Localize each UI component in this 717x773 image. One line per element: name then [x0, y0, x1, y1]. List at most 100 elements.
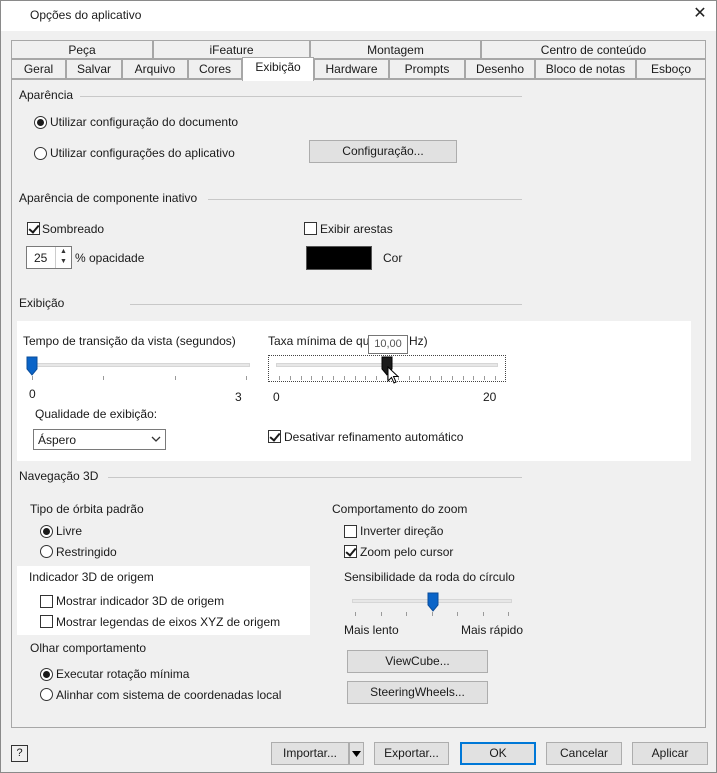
config-button[interactable]: Configuração...	[309, 140, 457, 163]
slider-tick	[462, 376, 464, 380]
transition-max: 3	[235, 390, 242, 404]
shaded-checkbox[interactable]	[27, 222, 40, 235]
slider-tick	[289, 376, 291, 380]
framerate-min: 0	[273, 390, 280, 404]
transition-slider-thumb[interactable]	[26, 356, 38, 376]
tab-2-5[interactable]: Hardware	[314, 59, 389, 79]
apply-button[interactable]: Aplicar	[632, 742, 708, 765]
slider-tick	[354, 376, 356, 380]
tab-2-1[interactable]: Salvar	[66, 59, 122, 79]
radio-use-app-label: Utilizar configurações do aplicativo	[50, 146, 235, 160]
slider-tick	[322, 376, 324, 380]
slider-tick	[355, 612, 356, 616]
group-divider	[130, 304, 522, 305]
tab-1-2[interactable]: Montagem	[310, 40, 481, 59]
look-label: Olhar comportamento	[30, 641, 147, 655]
edges-label: Exibir arestas	[320, 222, 393, 236]
wheel-fast-label: Mais rápido	[461, 623, 524, 637]
tab-2-7[interactable]: Desenho	[465, 59, 535, 79]
slider-tick	[451, 376, 453, 380]
shaded-label: Sombreado	[42, 222, 105, 236]
export-button[interactable]: Exportar...	[374, 742, 449, 765]
show-axis-checkbox[interactable]	[40, 615, 53, 628]
zoom-invert-checkbox[interactable]	[344, 525, 357, 538]
framerate-label-left: Taxa mínima de qu	[268, 334, 370, 348]
quality-value: Áspero	[38, 433, 77, 447]
slider-tick	[300, 376, 302, 380]
tab-2-2[interactable]: Arquivo	[122, 59, 188, 79]
opacity-label: % opacidade	[75, 251, 145, 265]
radio-orbit-free-label: Livre	[56, 524, 83, 538]
radio-orbit-constrained-label: Restringido	[56, 545, 117, 559]
edges-checkbox[interactable]	[304, 222, 317, 235]
disable-refine-label: Desativar refinamento automático	[284, 430, 464, 444]
close-icon[interactable]: ✕	[690, 4, 710, 24]
radio-look-min-rotation[interactable]	[40, 668, 53, 681]
zoom-invert-label: Inverter direção	[360, 524, 444, 538]
radio-orbit-constrained[interactable]	[40, 545, 53, 558]
disable-refine-checkbox[interactable]	[268, 430, 281, 443]
import-button[interactable]: Importar...	[271, 742, 349, 765]
transition-label: Tempo de transição da vista (segundos)	[23, 334, 236, 348]
zoom-cursor-label: Zoom pelo cursor	[360, 545, 454, 559]
group-divider	[108, 477, 522, 478]
slider-tick	[343, 376, 345, 380]
framerate-max: 20	[483, 390, 497, 404]
import-dropdown[interactable]	[349, 742, 364, 765]
slider-tick	[406, 612, 407, 616]
help-icon[interactable]: ?	[11, 745, 28, 762]
framerate-label-right: Hz)	[409, 334, 428, 348]
wheel-slider-thumb[interactable]	[427, 592, 439, 612]
group-divider	[208, 199, 522, 200]
radio-use-app[interactable]	[34, 147, 47, 160]
quality-label: Qualidade de exibição:	[35, 407, 158, 421]
slider-tick	[430, 376, 432, 380]
wheel-slow-label: Mais lento	[344, 623, 399, 637]
tab-1-0[interactable]: Peça	[11, 40, 153, 59]
steeringwheels-button[interactable]: SteeringWheels...	[347, 681, 488, 704]
slider-tick	[419, 376, 421, 380]
slider-tick	[380, 612, 382, 616]
tab-2-9[interactable]: Esboço	[636, 59, 706, 79]
chevron-down-icon	[151, 436, 161, 442]
show-origin-label: Mostrar indicador 3D de origem	[56, 594, 225, 608]
color-swatch[interactable]	[306, 246, 372, 270]
slider-tick	[311, 376, 313, 380]
slider-tick	[333, 376, 334, 380]
group-label-inactive: Aparência de componente inativo	[19, 191, 198, 205]
orbit-label: Tipo de órbita padrão	[30, 502, 144, 516]
radio-look-align[interactable]	[40, 688, 53, 701]
radio-orbit-free[interactable]	[40, 525, 53, 538]
slider-tick	[32, 376, 33, 380]
zoom-label: Comportamento do zoom	[332, 502, 468, 516]
slider-tick	[441, 376, 442, 380]
mouse-cursor-icon	[387, 366, 400, 384]
wheel-label: Sensibilidade da roda do círculo	[344, 570, 515, 584]
cancel-button[interactable]: Cancelar	[546, 742, 622, 765]
show-axis-label: Mostrar legendas de eixos XYZ de origem	[56, 615, 281, 629]
tab-2-4[interactable]: Exibição	[242, 57, 314, 81]
slider-tick	[484, 376, 486, 380]
tab-2-3[interactable]: Cores	[188, 59, 242, 79]
zoom-cursor-checkbox[interactable]	[344, 545, 357, 558]
origin-label: Indicador 3D de origem	[29, 570, 154, 584]
slider-tick	[376, 376, 378, 380]
tab-2-6[interactable]: Prompts	[389, 59, 465, 79]
window-title: Opções do aplicativo	[30, 8, 142, 22]
slider-tick	[408, 376, 410, 380]
spinner-arrows-icon[interactable]: ▲ ▼	[55, 247, 71, 268]
radio-look-align-label: Alinhar com sistema de coordenadas local	[56, 688, 282, 702]
slider-tick	[482, 612, 484, 616]
show-origin-checkbox[interactable]	[40, 595, 53, 608]
ok-button[interactable]: OK	[460, 742, 536, 765]
radio-use-document[interactable]	[34, 116, 47, 129]
transition-slider-track[interactable]	[29, 363, 250, 367]
transition-min: 0	[29, 387, 36, 401]
viewcube-button[interactable]: ViewCube...	[347, 650, 488, 673]
tab-2-8[interactable]: Bloco de notas	[535, 59, 636, 79]
caret-down-icon	[352, 751, 361, 757]
tab-2-0[interactable]: Geral	[11, 59, 66, 79]
tab-1-3[interactable]: Centro de conteúdo	[481, 40, 706, 59]
slider-tick	[473, 376, 475, 380]
slider-tick	[279, 376, 280, 380]
